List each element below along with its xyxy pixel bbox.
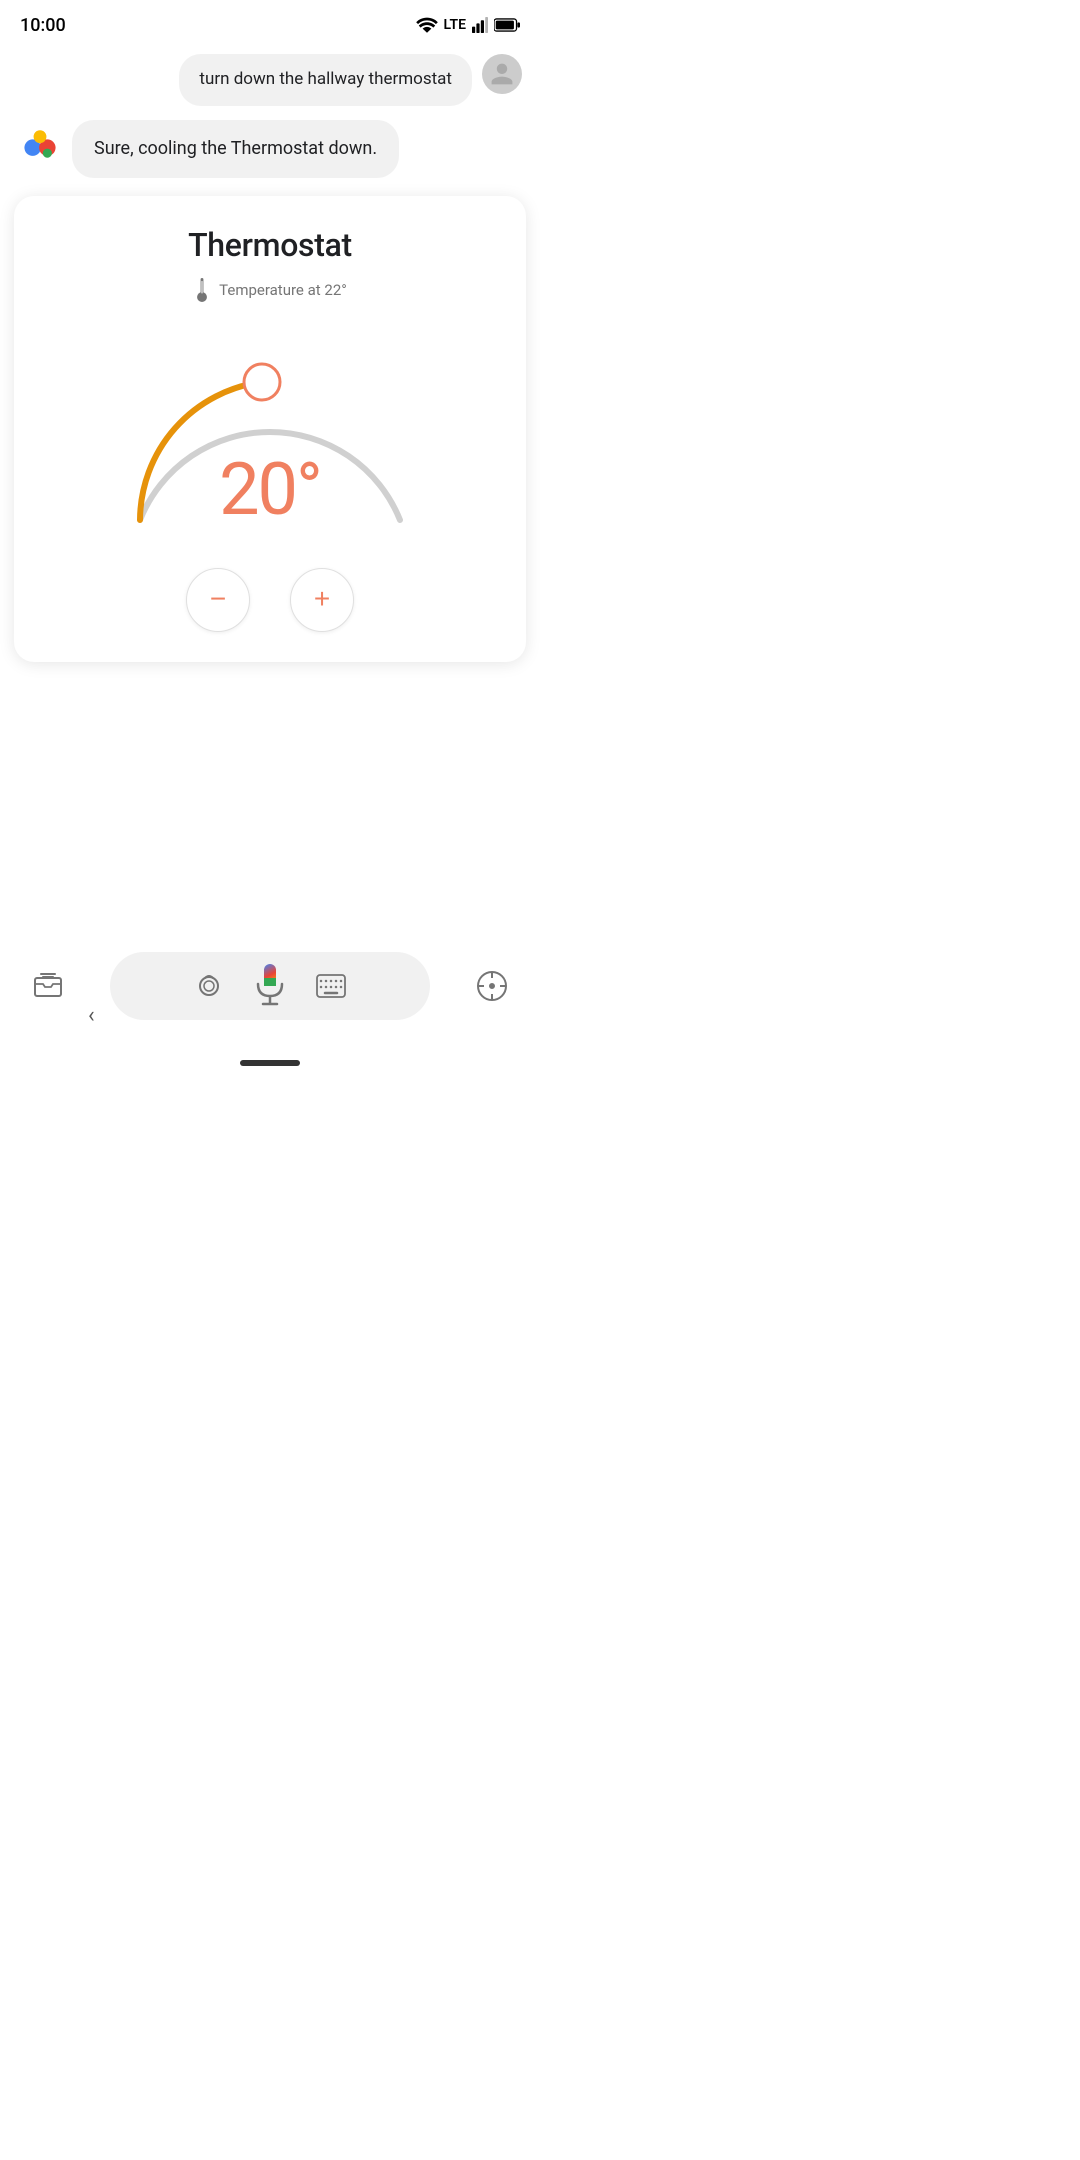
microphone-button[interactable] bbox=[248, 964, 292, 1008]
lens-icon[interactable] bbox=[194, 971, 224, 1001]
status-icons: LTE bbox=[416, 17, 520, 33]
compass-icon[interactable] bbox=[474, 968, 510, 1004]
increase-temp-button[interactable]: + bbox=[290, 568, 354, 632]
input-bar bbox=[110, 952, 430, 1020]
google-assistant-logo bbox=[18, 122, 62, 166]
minus-icon: − bbox=[210, 585, 226, 613]
thermostat-temp-label: Temperature at 22° bbox=[193, 278, 347, 302]
lte-label: LTE bbox=[444, 17, 466, 33]
keyboard-icon[interactable] bbox=[316, 971, 346, 1001]
signal-icon bbox=[472, 17, 488, 33]
nav-row bbox=[0, 952, 540, 1020]
home-indicator bbox=[240, 1060, 300, 1066]
back-button[interactable]: ‹ bbox=[88, 1003, 95, 1028]
user-avatar bbox=[482, 54, 522, 94]
assistant-bubble: Sure, cooling the Thermostat down. bbox=[72, 120, 399, 178]
inbox-icon[interactable] bbox=[30, 968, 66, 1004]
bottom-area bbox=[0, 938, 540, 1020]
status-bar: 10:00 LTE bbox=[0, 0, 540, 44]
thermostat-temp-value: 20° bbox=[219, 447, 321, 532]
thermometer-icon bbox=[193, 278, 211, 302]
thermostat-dial: 20° bbox=[110, 320, 430, 540]
thermostat-title: Thermostat bbox=[188, 226, 352, 264]
decrease-temp-button[interactable]: − bbox=[186, 568, 250, 632]
chat-area: turn down the hallway thermostat Sure, c… bbox=[0, 44, 540, 188]
user-message-row: turn down the hallway thermostat bbox=[18, 54, 522, 106]
home-bar bbox=[240, 1060, 300, 1066]
plus-icon: + bbox=[314, 585, 330, 613]
thermostat-card: Thermostat Temperature at 22° 20° − + bbox=[14, 196, 526, 662]
user-bubble: turn down the hallway thermostat bbox=[179, 54, 472, 106]
wifi-icon bbox=[416, 17, 438, 33]
temp-at-label: Temperature at 22° bbox=[219, 281, 347, 299]
thermostat-controls: − + bbox=[186, 568, 354, 632]
assistant-row: Sure, cooling the Thermostat down. bbox=[18, 120, 522, 178]
battery-icon bbox=[494, 17, 520, 33]
status-time: 10:00 bbox=[20, 15, 66, 36]
